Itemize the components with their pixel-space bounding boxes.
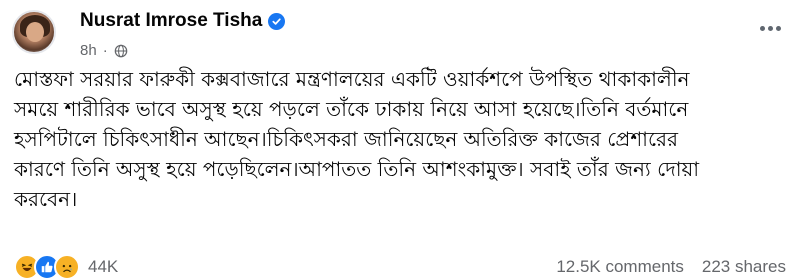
post-text-line: কারণে তিনি অসুস্থ হয়ে পড়েছিলেন।আপাতত ত… <box>14 157 700 181</box>
post-time[interactable]: 8h <box>80 42 97 59</box>
more-options-button[interactable] <box>752 14 788 42</box>
shares-count[interactable]: 223 shares <box>702 257 786 277</box>
more-options-icon-dot <box>767 25 773 31</box>
engagement-stats: 12.5K comments 223 shares <box>556 257 786 277</box>
reactions-summary[interactable]: 44K <box>14 254 118 280</box>
facebook-post: Nusrat Imrose Tisha 8h · মোস্তফা সরয়ার … <box>0 0 800 280</box>
comments-count[interactable]: 12.5K comments <box>556 257 684 277</box>
verified-badge-icon <box>268 12 286 30</box>
globe-icon <box>114 44 127 57</box>
reaction-count: 44K <box>88 257 119 276</box>
more-options-icon-dot <box>775 25 781 31</box>
author-header: Nusrat Imrose Tisha <box>80 10 286 32</box>
more-options-icon <box>759 25 765 31</box>
post-meta: 8h · <box>80 42 128 59</box>
meta-separator: · <box>102 42 108 59</box>
post-body: মোস্তফা সরয়ার ফারুকী কক্সবাজারে মন্ত্রণ… <box>14 64 786 214</box>
author-name[interactable]: Nusrat Imrose Tisha <box>80 10 262 32</box>
post-text-line: মোস্তফা সরয়ার ফারুকী কক্সবাজারে মন্ত্রণ… <box>14 67 690 91</box>
sad-icon <box>54 254 80 280</box>
post-text-line: সময়ে শারীরিক ভাবে অসুস্থ হয়ে পড়লে তাঁ… <box>14 97 689 121</box>
post-text-line: হসপিটালে চিকিৎসাধীন আছেন।চিকিৎসকরা জানিয… <box>14 127 678 151</box>
avatar-face <box>26 22 44 42</box>
avatar[interactable] <box>12 10 56 54</box>
post-text-line: করবেন। <box>14 187 78 211</box>
